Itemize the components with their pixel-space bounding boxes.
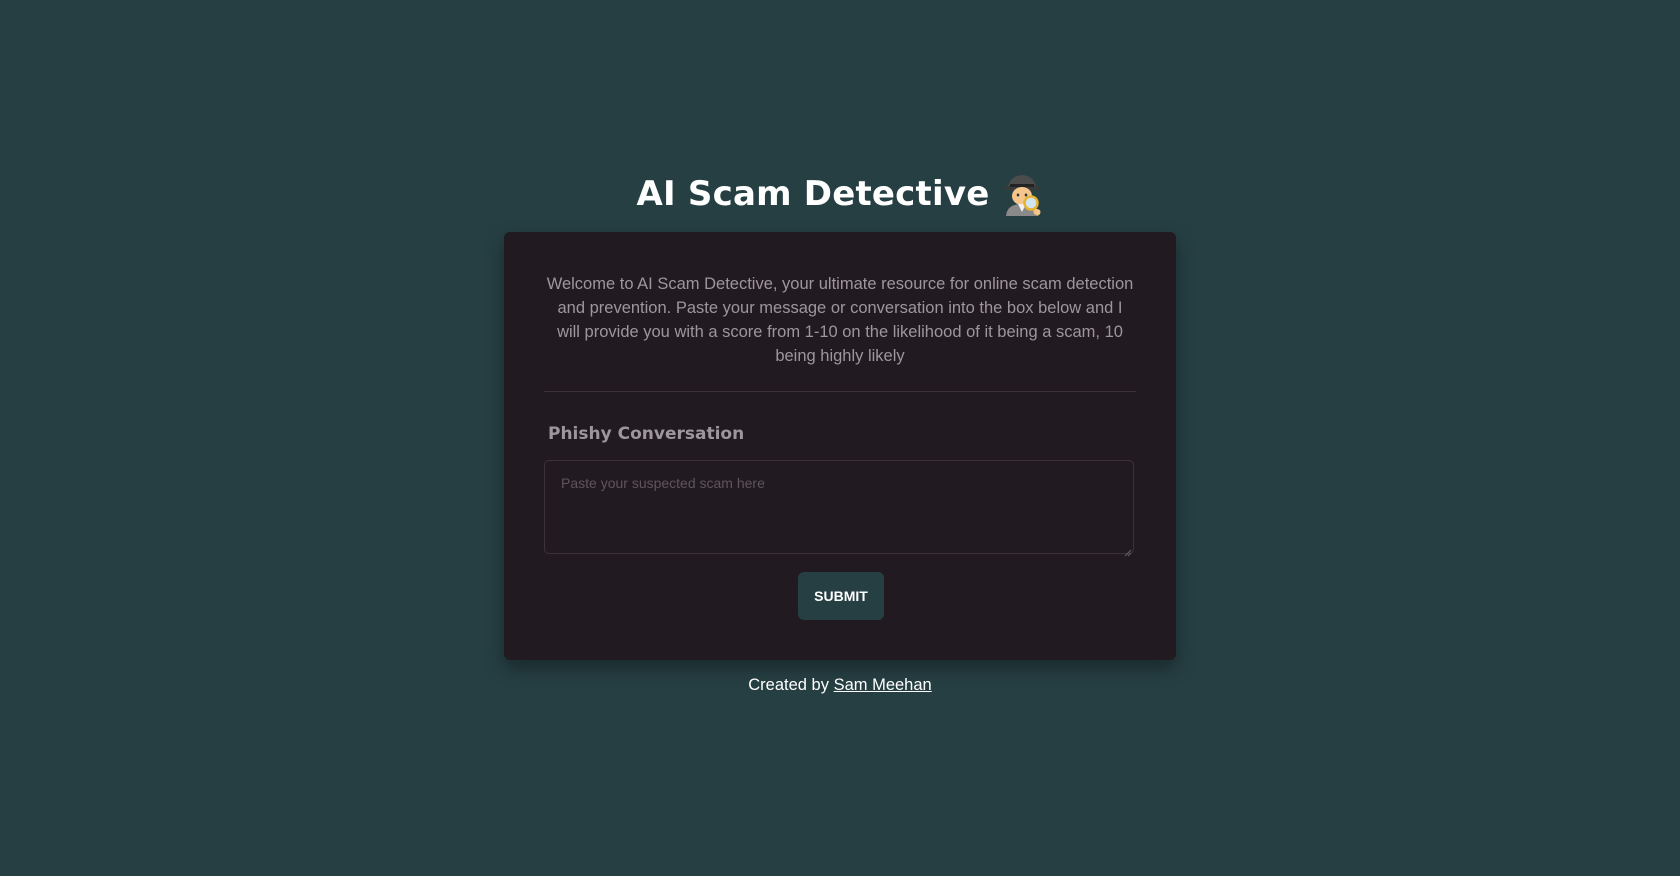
divider	[544, 391, 1136, 392]
main-card: Welcome to AI Scam Detective, your ultim…	[504, 232, 1176, 660]
intro-text: Welcome to AI Scam Detective, your ultim…	[546, 275, 1134, 365]
detective-icon	[1001, 172, 1043, 216]
footer: Created by Sam Meehan	[0, 676, 1680, 695]
author-link[interactable]: Sam Meehan	[834, 676, 932, 694]
resize-handle-icon[interactable]	[1124, 544, 1132, 557]
submit-button[interactable]: SUBMIT	[798, 572, 884, 620]
footer-prefix: Created by	[748, 676, 829, 694]
title-row: AI Scam Detective	[0, 168, 1680, 220]
conversation-input[interactable]	[544, 460, 1134, 554]
page-title: AI Scam Detective	[636, 174, 990, 214]
field-label: Phishy Conversation	[548, 424, 745, 444]
page: AI Scam Detective Welcome to AI Scam Det…	[0, 0, 1680, 876]
